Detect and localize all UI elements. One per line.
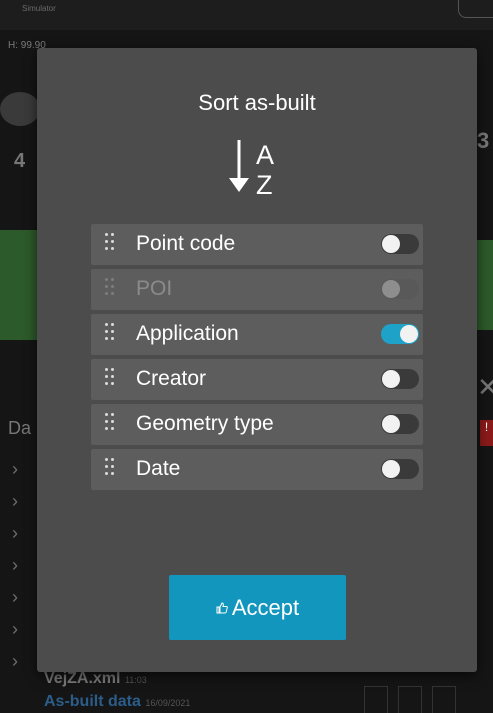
toggle-knob <box>382 460 400 478</box>
drag-handle-icon[interactable] <box>105 323 117 345</box>
sort-criterion-label: Creator <box>136 367 207 390</box>
toggle-knob <box>382 415 400 433</box>
background-file-name: VejZA.xml <box>44 670 121 687</box>
chevron-right-icon: › <box>12 651 18 671</box>
background-file-meta: 11:03 <box>124 675 147 685</box>
sort-criterion-row[interactable]: Application <box>91 314 423 355</box>
sort-criterion-row[interactable]: Date <box>91 449 423 490</box>
background-top-button <box>458 0 493 18</box>
background-section-label: Da <box>8 418 32 438</box>
background-cell <box>432 686 456 713</box>
svg-text:Z: Z <box>256 170 273 200</box>
drag-handle-icon[interactable] <box>105 368 117 390</box>
background-app-title: Simulator <box>22 4 56 13</box>
background-folder-meta: 16/09/2021 <box>145 698 191 708</box>
background-folder-row: As-built data 16/09/2021 <box>44 693 190 711</box>
sort-criterion-row: POI <box>91 269 423 310</box>
toggle-knob <box>382 280 400 298</box>
chevron-right-icon: › <box>12 555 18 575</box>
background-file-row: VejZA.xml 11:03 <box>44 670 147 688</box>
toggle-knob <box>400 325 418 343</box>
toggle-knob <box>382 235 400 253</box>
background-folder-name: As-built data <box>44 693 141 710</box>
sort-dialog: Sort as-built A Z Point code POI Applicati… <box>37 48 477 672</box>
chevron-right-icon: › <box>12 619 18 639</box>
sort-criterion-label: Geometry type <box>136 412 274 435</box>
background-left-number: 4 <box>14 150 26 172</box>
toggle-knob <box>382 370 400 388</box>
sort-criterion-toggle[interactable] <box>381 234 419 254</box>
sort-criterion-row[interactable]: Geometry type <box>91 404 423 445</box>
dialog-title: Sort as-built <box>198 90 316 115</box>
drag-handle-icon <box>105 278 117 300</box>
drag-handle-icon[interactable] <box>105 413 117 435</box>
thumbs-up-icon <box>216 601 228 613</box>
sort-criterion-label: POI <box>136 277 173 300</box>
sort-criterion-row[interactable]: Point code <box>91 224 423 265</box>
chevron-right-icon: › <box>12 459 18 479</box>
sort-criterion-toggle[interactable] <box>381 459 419 479</box>
svg-text:A: A <box>256 140 274 170</box>
background-map-area <box>0 230 40 340</box>
sort-criterion-toggle[interactable] <box>381 414 419 434</box>
background-cell <box>364 686 388 713</box>
background-map-area-right <box>476 240 493 330</box>
background-warning-icon: ! <box>480 420 493 446</box>
drag-handle-icon[interactable] <box>105 458 117 480</box>
background-compass <box>0 92 40 126</box>
chevron-right-icon: › <box>12 587 18 607</box>
accept-label: Accept <box>231 594 300 620</box>
sort-criteria-list: Point code POI Application Creator Geometry … <box>91 224 423 494</box>
sort-criterion-label: Date <box>136 457 181 480</box>
accept-button[interactable]: Accept <box>169 575 346 640</box>
sort-a-z-descending-icon: A Z <box>229 140 274 200</box>
background-close-icon: ✕ <box>477 372 493 402</box>
sort-criterion-label: Application <box>136 322 239 345</box>
sort-criterion-row[interactable]: Creator <box>91 359 423 400</box>
background-top-bar: Simulator <box>0 0 493 30</box>
sort-criterion-label: Point code <box>136 232 236 255</box>
chevron-right-icon: › <box>12 491 18 511</box>
app-screen: Simulator H: 99.90 4 3 ✕ ! Da › › › › › … <box>0 0 493 713</box>
drag-handle-icon[interactable] <box>105 233 117 255</box>
sort-criterion-toggle[interactable] <box>381 324 419 344</box>
background-cell <box>398 686 422 713</box>
sort-criterion-toggle[interactable] <box>381 369 419 389</box>
background-right-number: 3 <box>477 128 490 153</box>
background-list-chevrons: › › › › › › › <box>12 458 18 672</box>
sort-criterion-toggle <box>381 279 419 299</box>
chevron-right-icon: › <box>12 523 18 543</box>
